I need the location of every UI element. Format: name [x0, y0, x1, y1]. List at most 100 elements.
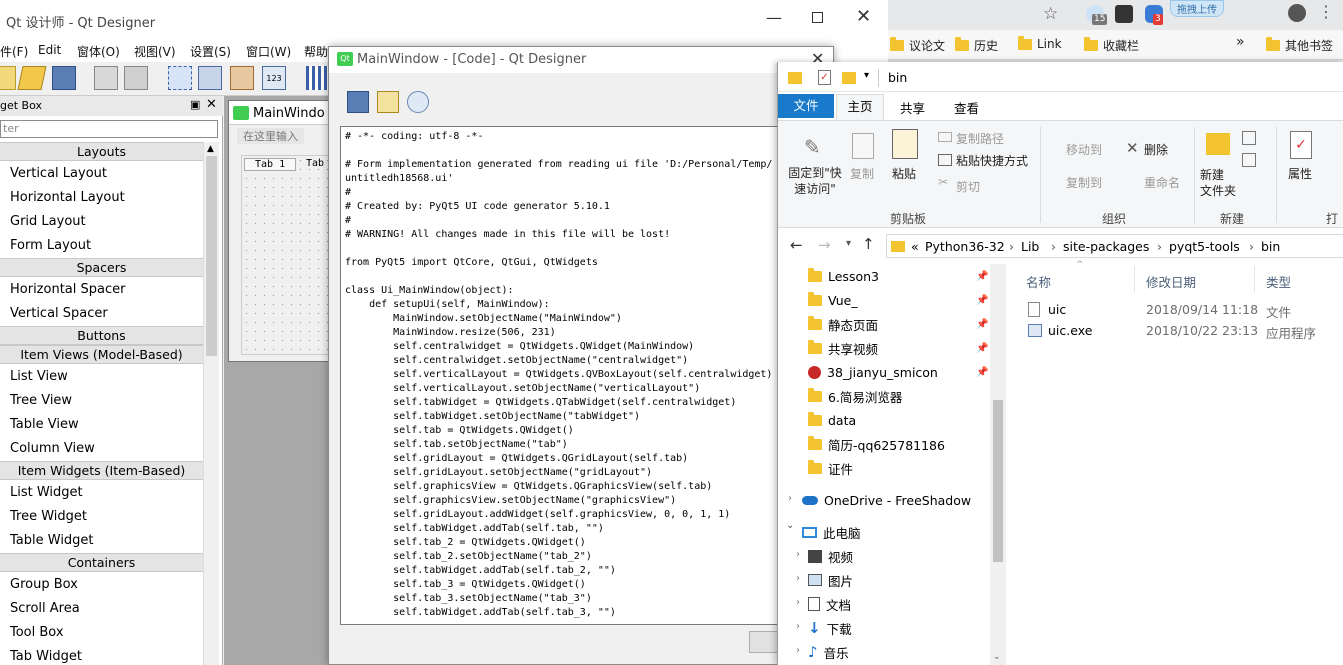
copy-path-button[interactable]: 复制路径 — [956, 130, 1004, 147]
new-item-icon[interactable] — [1242, 131, 1256, 145]
send-back-icon[interactable] — [94, 66, 118, 90]
nav-item[interactable]: 简历-qq625781186 — [808, 434, 945, 454]
column-header-type[interactable]: 类型 — [1266, 272, 1291, 291]
scroll-down-icon[interactable]: ⌄ — [993, 652, 1001, 662]
widget-item[interactable]: Grid Layout — [10, 214, 86, 230]
tab-view[interactable]: 查看 — [954, 98, 979, 117]
category-layouts[interactable]: Layouts — [0, 142, 203, 161]
minimize-button[interactable]: — — [766, 8, 782, 27]
copy-to-button[interactable]: 复制到 — [1066, 174, 1102, 191]
category-item-widgets[interactable]: Item Widgets (Item-Based) — [0, 461, 203, 480]
nav-item[interactable]: 6.简易浏览器 — [808, 386, 902, 406]
address-bar[interactable]: « Python36-32 › Lib › site-packages › py… — [886, 234, 1343, 258]
paste-shortcut-button[interactable]: 粘贴快捷方式 — [956, 152, 1028, 169]
nav-item[interactable]: 38_jianyu_smicon — [808, 362, 938, 382]
properties-button[interactable]: 属性 — [1288, 165, 1312, 182]
copy-button[interactable]: 复制 — [850, 165, 874, 182]
maximize-button[interactable] — [812, 12, 823, 23]
properties-icon[interactable]: ✓ — [818, 70, 831, 85]
nav-item[interactable]: 静态页面 — [808, 314, 878, 334]
open-icon[interactable] — [17, 66, 47, 90]
bring-front-icon[interactable] — [124, 66, 148, 90]
save-icon[interactable] — [347, 91, 369, 113]
nav-onedrive[interactable]: OneDrive - FreeShadow — [802, 490, 971, 510]
edit-buddies-icon[interactable] — [230, 66, 254, 90]
copy-icon[interactable] — [377, 91, 399, 113]
nav-item[interactable]: ↓ 下载 — [808, 618, 852, 638]
bookmark-item[interactable]: Link — [1018, 35, 1062, 51]
pin-quick-access-button[interactable]: 固定到"快速访问" — [786, 165, 844, 197]
profile-icon[interactable] — [1288, 4, 1306, 22]
file-row[interactable]: uic.exe 2018/10/22 23:13 应用程序 — [1018, 321, 1343, 341]
nav-item[interactable]: 证件 — [808, 458, 853, 478]
nav-item[interactable]: 共享视频 — [808, 338, 878, 358]
save-icon[interactable] — [52, 66, 76, 90]
nav-item[interactable]: 文档 — [808, 594, 851, 614]
new-folder-button[interactable]: 新建 文件夹 — [1200, 167, 1236, 199]
expand-chevron-icon[interactable]: › — [796, 645, 800, 656]
menu-icon[interactable]: ⋮ — [1318, 2, 1334, 21]
expand-chevron-icon[interactable]: › — [796, 597, 800, 608]
tab-share[interactable]: 共享 — [900, 98, 925, 117]
nav-item[interactable]: 视频 — [808, 546, 853, 566]
tab-2[interactable]: Tab — [300, 158, 330, 169]
expand-chevron-icon[interactable]: › — [788, 493, 792, 504]
menu-settings[interactable]: 设置(S) — [190, 43, 231, 60]
breadcrumb-item[interactable]: Python36-32 — [925, 239, 1005, 254]
paste-button[interactable]: 粘贴 — [892, 165, 916, 182]
collapse-chevron-icon[interactable]: ⌄ — [786, 520, 794, 531]
breadcrumb-item[interactable]: bin — [1261, 239, 1280, 254]
bookmark-item[interactable]: 议论文 — [890, 37, 945, 54]
tab-home[interactable]: 主页 — [836, 94, 884, 120]
nav-item[interactable]: ♪ 音乐 — [808, 642, 849, 662]
extension-icon-2[interactable] — [1115, 5, 1133, 23]
chevron-right-icon[interactable]: › — [1051, 239, 1056, 254]
expand-chevron-icon[interactable]: › — [796, 573, 800, 584]
nav-this-pc[interactable]: 此电脑 — [802, 522, 861, 542]
menu-form[interactable]: 窗体(O) — [77, 43, 120, 60]
nav-item[interactable]: Vue_ — [808, 290, 858, 310]
widget-item[interactable]: List Widget — [10, 485, 83, 501]
form-canvas[interactable]: Tab 1 Tab — [241, 155, 333, 355]
form-window[interactable]: MainWindo 在这里输入 Tab 1 Tab — [228, 100, 334, 362]
widget-item[interactable]: Group Box — [10, 577, 78, 593]
find-icon[interactable] — [407, 91, 429, 113]
widget-item[interactable]: Vertical Spacer — [10, 306, 108, 322]
cut-button[interactable]: 剪切 — [956, 178, 980, 195]
close-icon[interactable]: ✕ — [206, 97, 217, 112]
menu-window[interactable]: 窗口(W) — [246, 43, 291, 60]
chevron-right-icon[interactable]: › — [1009, 239, 1014, 254]
breadcrumb-overflow[interactable]: « — [911, 239, 919, 254]
move-to-button[interactable]: 移动到 — [1066, 141, 1102, 158]
breadcrumb-item[interactable]: Lib — [1021, 239, 1039, 254]
expand-chevron-icon[interactable]: › — [796, 549, 800, 560]
back-arrow-icon[interactable]: ← — [790, 236, 803, 254]
category-buttons[interactable]: Buttons — [0, 326, 203, 345]
tab-file[interactable]: 文件 — [778, 94, 834, 118]
nav-item[interactable]: data — [808, 410, 856, 430]
breadcrumb-item[interactable]: pyqt5-tools — [1169, 239, 1240, 254]
edit-tab-order-icon[interactable]: 123 — [262, 66, 286, 90]
float-icon[interactable]: ▣ — [190, 98, 200, 111]
chevron-right-icon[interactable]: › — [1249, 239, 1254, 254]
widget-item[interactable]: Vertical Layout — [10, 166, 107, 182]
layout-horizontal-icon[interactable] — [306, 66, 330, 90]
edit-widgets-icon[interactable] — [168, 66, 192, 90]
scroll-thumb[interactable] — [993, 400, 1003, 562]
widget-item[interactable]: Tab Widget — [10, 649, 82, 665]
column-header-name[interactable]: 名称 — [1026, 272, 1051, 291]
widget-item[interactable]: Tree Widget — [10, 509, 87, 525]
breadcrumb-item[interactable]: site-packages — [1063, 239, 1149, 254]
column-header-date[interactable]: 修改日期 — [1146, 272, 1196, 291]
star-icon[interactable]: ☆ — [1043, 4, 1058, 24]
widget-item[interactable]: Tree View — [10, 393, 72, 409]
close-button[interactable]: ✕ — [856, 6, 871, 27]
widget-item[interactable]: Tool Box — [10, 625, 64, 641]
widget-box-scrollbar[interactable]: ▲ — [203, 142, 219, 665]
up-arrow-icon[interactable]: ↑ — [862, 235, 875, 253]
scroll-thumb[interactable] — [206, 156, 217, 356]
widget-item[interactable]: Scroll Area — [10, 601, 80, 617]
category-item-views[interactable]: Item Views (Model-Based) — [0, 345, 203, 364]
navigation-scrollbar[interactable]: ⌄ — [990, 264, 1006, 665]
bookmark-item[interactable]: 收藏栏 — [1084, 37, 1139, 54]
